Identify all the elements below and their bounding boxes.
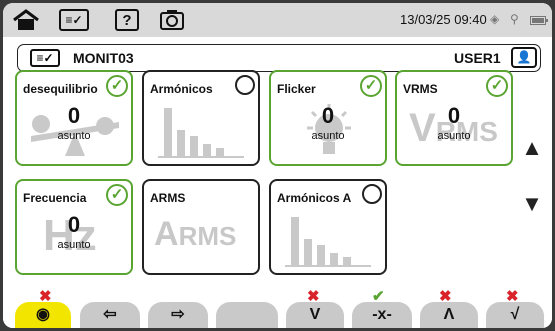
tile-label: ARMS xyxy=(150,191,186,205)
swell-button[interactable]: Λ xyxy=(420,302,478,328)
swell-icon: Λ xyxy=(443,306,455,323)
check-icon: ✓ xyxy=(106,75,128,97)
screen-frame: ≡✓ ? 13/03/25 09:40 ◈ ⚲ ≡✓ MONIT03 USER1… xyxy=(3,3,552,328)
harmonics-bars-icon xyxy=(164,108,224,156)
usb-network-icon: ⚲ xyxy=(510,12,519,26)
tile-value: 0 xyxy=(67,212,81,237)
arms-watermark: ARMS xyxy=(154,215,237,253)
check-icon: ✓ xyxy=(360,75,382,97)
scroll-up-button[interactable]: ▲ xyxy=(519,135,545,161)
tile-armonicos[interactable]: Armónicos xyxy=(142,70,260,166)
view-icon: ◉ xyxy=(36,306,50,323)
tile-flicker[interactable]: Flicker ✓ 0 asunto xyxy=(269,70,387,166)
baseline xyxy=(158,156,244,158)
tile-label: VRMS xyxy=(403,82,438,96)
user-button[interactable]: 👤 xyxy=(511,47,537,68)
scroll-down-button[interactable]: ▼ xyxy=(519,191,545,217)
bottom-toolbar: ✖ ◉ ⇦ ⇨ ✖ V ✔ -x- ✖ Λ ✖ √ xyxy=(3,288,552,328)
tile-vrms[interactable]: VRMS ✓ VRMS 0 asunto xyxy=(395,70,513,166)
tile-desequilibrio[interactable]: desequilibrio ✓ 0 asunto xyxy=(15,70,133,166)
tile-label: desequilibrio xyxy=(23,82,98,96)
tile-arms[interactable]: ARMS ARMS xyxy=(142,179,260,275)
tile-value: 0 xyxy=(447,103,461,128)
import-button[interactable]: ⇦ xyxy=(80,302,140,328)
tile-label: Armónicos xyxy=(150,82,213,96)
datetime: 13/03/25 09:40 xyxy=(400,12,487,27)
campaign-header: ≡✓ MONIT03 USER1 👤 xyxy=(17,44,541,72)
blank-button[interactable] xyxy=(216,302,278,328)
campaign-title: MONIT03 xyxy=(73,50,134,66)
user-name: USER1 xyxy=(454,50,501,66)
dip-button[interactable]: V xyxy=(286,302,344,328)
import-icon: ⇦ xyxy=(103,306,117,323)
tile-label: Frecuencia xyxy=(23,191,87,205)
home-icon[interactable] xyxy=(11,8,41,32)
unchecked-circle-icon xyxy=(235,75,255,95)
tile-unit: asunto xyxy=(57,130,91,142)
battery-icon xyxy=(530,14,548,28)
check-icon: ✓ xyxy=(486,75,508,97)
dip-icon: V xyxy=(309,306,321,323)
list-check-icon: ≡✓ xyxy=(30,49,60,67)
status-bar: ≡✓ ? 13/03/25 09:40 ◈ ⚲ xyxy=(3,3,552,37)
tile-value: 0 xyxy=(67,103,81,128)
tile-value: 0 xyxy=(321,103,335,128)
export-icon: ⇨ xyxy=(171,306,185,323)
tile-label: Armónicos A xyxy=(277,191,352,205)
user-icon: 👤 xyxy=(516,50,532,64)
harmonics-bars-icon xyxy=(291,217,351,265)
transient-button[interactable]: √ xyxy=(486,302,544,328)
list-check-icon[interactable]: ≡✓ xyxy=(59,8,89,32)
tile-unit: asunto xyxy=(437,130,471,142)
help-icon[interactable]: ? xyxy=(115,8,139,32)
tile-frecuencia[interactable]: Frecuencia ✓ Hz 0 asunto xyxy=(15,179,133,275)
interruption-button[interactable]: -x- xyxy=(352,302,412,328)
transient-icon: √ xyxy=(510,306,520,323)
tile-armonicos-a[interactable]: Armónicos A xyxy=(269,179,387,275)
tile-label: Flicker xyxy=(277,82,316,96)
tile-unit: asunto xyxy=(57,239,91,251)
tile-unit: asunto xyxy=(311,130,345,142)
gps-icon: ◈ xyxy=(490,12,500,26)
export-button[interactable]: ⇨ xyxy=(148,302,208,328)
check-icon: ✓ xyxy=(106,184,128,206)
camera-icon[interactable] xyxy=(159,8,185,32)
interruption-icon: -x- xyxy=(372,306,392,323)
unchecked-circle-icon xyxy=(362,184,382,204)
baseline xyxy=(285,265,371,267)
view-button[interactable]: ◉ xyxy=(15,302,71,328)
